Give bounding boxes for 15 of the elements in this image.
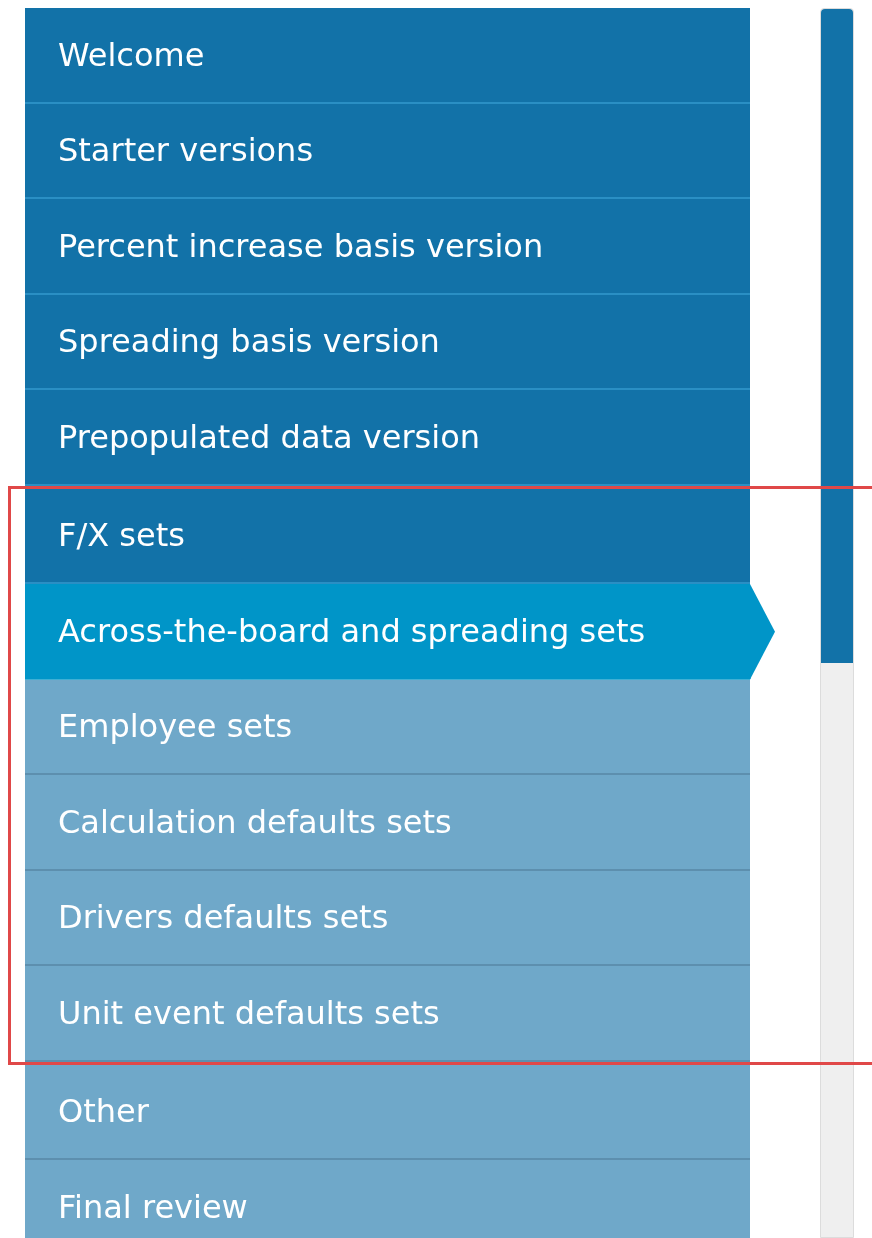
scrollbar-track[interactable] [820,8,854,1238]
wizard-step[interactable]: Spreading basis version [25,294,750,390]
wizard-step[interactable]: Calculation defaults sets [25,775,750,871]
wizard-step[interactable]: Prepopulated data version [25,390,750,486]
wizard-step[interactable]: Other [25,1064,750,1160]
wizard-step[interactable]: Drivers defaults sets [25,870,750,966]
scrollbar-thumb[interactable] [821,9,853,663]
wizard-step[interactable]: Welcome [25,8,750,104]
wizard-step[interactable]: Across-the-board and spreading sets [25,584,775,680]
wizard-step[interactable]: F/X sets [25,488,750,584]
wizard-step[interactable]: Percent increase basis version [25,199,750,295]
wizard-step[interactable]: Final review [25,1160,750,1238]
wizard-step[interactable]: Employee sets [25,679,750,775]
wizard-step[interactable]: Starter versions [25,103,750,199]
wizard-step[interactable]: Unit event defaults sets [25,966,750,1062]
